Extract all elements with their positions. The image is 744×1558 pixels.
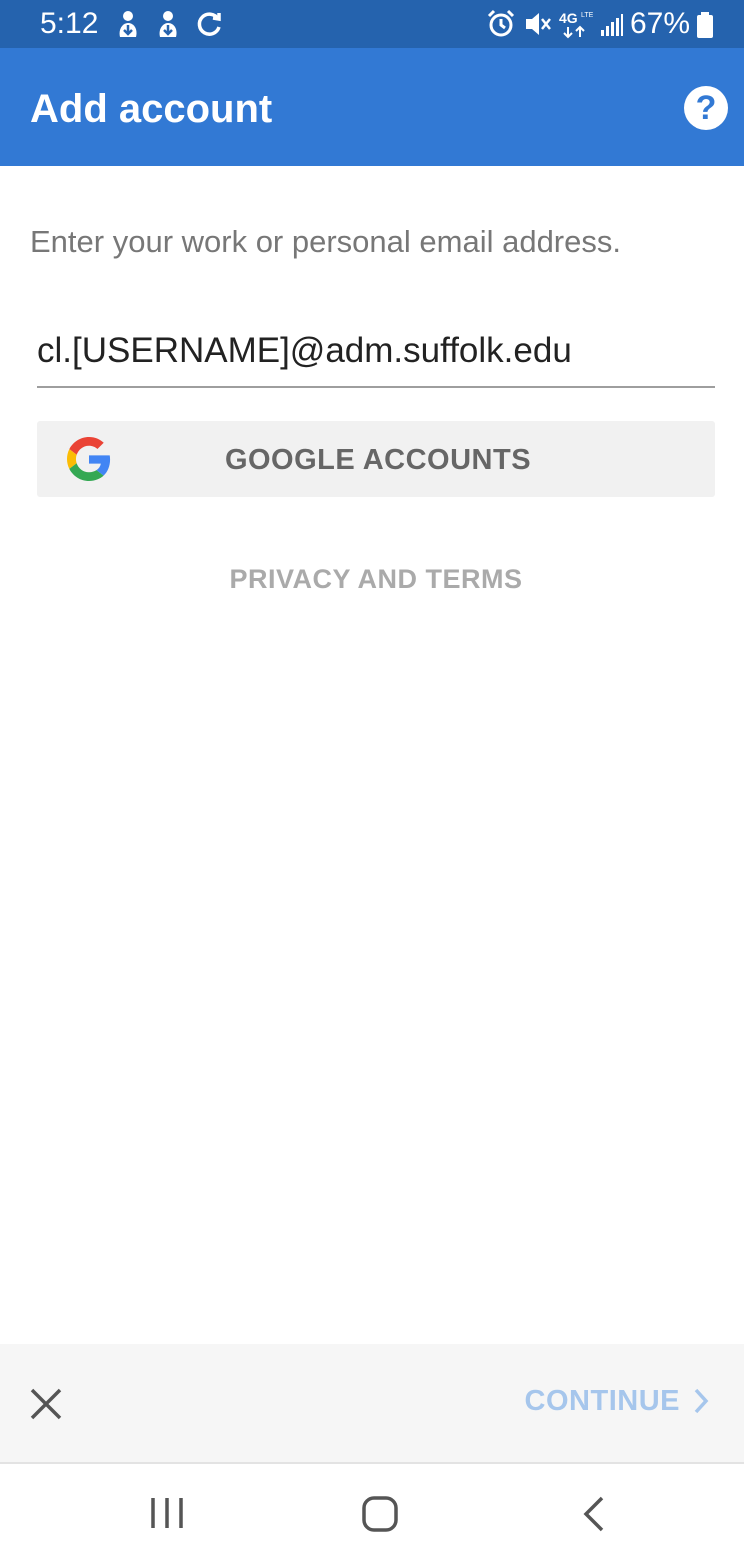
download-icon — [119, 11, 137, 37]
sync-icon — [197, 12, 221, 36]
instructions-text: Enter your work or personal email addres… — [30, 224, 621, 259]
battery-percent: 67% — [629, 7, 690, 40]
recents-icon[interactable] — [150, 1496, 184, 1530]
chevron-right-icon — [694, 1388, 709, 1414]
app-bar: Add account ? — [0, 48, 744, 166]
email-field[interactable] — [37, 316, 715, 388]
status-bar: 5:12 4G LTE 67% — [0, 0, 744, 48]
close-icon[interactable] — [26, 1384, 66, 1424]
4g-lte-icon: 4G LTE — [559, 10, 594, 39]
google-accounts-button[interactable]: GOOGLE ACCOUNTS — [37, 421, 715, 497]
download-icon — [159, 11, 177, 37]
privacy-and-terms-link[interactable]: PRIVACY AND TERMS — [0, 562, 744, 596]
svg-text:4G: 4G — [559, 10, 578, 26]
mute-icon — [525, 13, 551, 35]
google-accounts-label: GOOGLE ACCOUNTS — [224, 444, 532, 476]
svg-text:LTE: LTE — [581, 12, 594, 19]
status-notification-icons — [114, 7, 224, 39]
alarm-icon — [487, 9, 515, 37]
battery-icon — [697, 12, 713, 38]
system-nav-bar — [0, 1464, 744, 1558]
status-system-icons: 4G LTE 67% — [486, 6, 714, 42]
bottom-action-bar: CONTINUE — [0, 1344, 744, 1464]
home-icon[interactable] — [361, 1495, 399, 1533]
continue-button[interactable]: CONTINUE — [525, 1384, 710, 1418]
signal-icon — [600, 14, 623, 36]
back-icon[interactable] — [578, 1494, 608, 1534]
continue-label: CONTINUE — [524, 1385, 680, 1417]
help-icon[interactable]: ? — [684, 86, 728, 130]
page-title: Add account — [30, 87, 273, 131]
status-time: 5:12 — [40, 7, 99, 40]
